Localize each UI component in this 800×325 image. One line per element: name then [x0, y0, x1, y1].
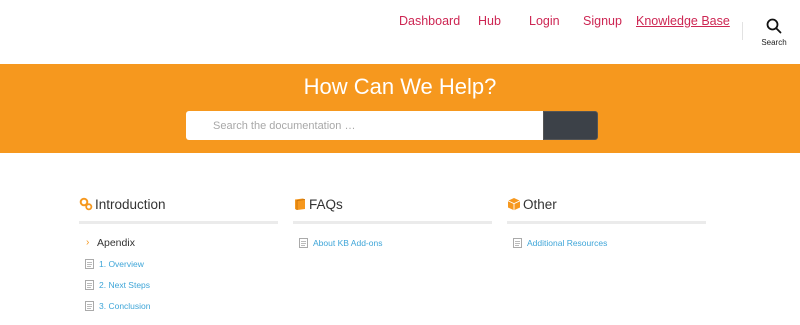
hero-banner: How Can We Help? — [0, 64, 800, 153]
kb-category-other: Other Additional Resources — [507, 192, 706, 253]
nav-link-knowledge-base[interactable]: Knowledge Base — [636, 14, 730, 28]
hero-title: How Can We Help? — [303, 74, 497, 99]
doc-link[interactable]: Additional Resources — [527, 238, 607, 248]
category-title[interactable]: Other — [523, 197, 557, 212]
box-icon — [507, 198, 521, 211]
doc-link[interactable]: 2. Next Steps — [99, 280, 150, 290]
category-title[interactable]: FAQs — [309, 197, 343, 212]
search-toggle-label: Search — [761, 38, 787, 47]
kb-category-introduction: Introduction › Apendix 1. Overview 2. Ne… — [79, 192, 278, 316]
book-icon — [295, 198, 306, 210]
document-icon — [85, 258, 94, 269]
doc-list: › Apendix 1. Overview 2. Next Steps 3. C… — [79, 232, 278, 316]
nav-link-hub[interactable]: Hub — [478, 14, 501, 28]
doc-link[interactable]: About KB Add-ons — [313, 238, 382, 248]
doc-link[interactable]: 1. Overview — [99, 259, 144, 269]
category-divider — [293, 221, 492, 224]
chevron-right-icon: › — [86, 237, 90, 248]
category-title[interactable]: Introduction — [95, 197, 166, 212]
nav-divider — [742, 22, 743, 40]
doc-item: 3. Conclusion — [79, 295, 278, 316]
kb-category-faqs: FAQs About KB Add-ons — [293, 192, 492, 253]
doc-item: 1. Overview — [79, 253, 278, 274]
search-icon — [766, 18, 782, 34]
category-divider — [79, 221, 278, 224]
search-toggle-button[interactable]: Search — [752, 18, 796, 54]
nav-link-login[interactable]: Login — [529, 14, 560, 28]
document-icon — [85, 300, 94, 311]
doc-list: About KB Add-ons — [293, 232, 492, 253]
kb-search-input[interactable] — [186, 111, 543, 140]
doc-item: About KB Add-ons — [293, 232, 492, 253]
folder-item[interactable]: › Apendix — [79, 232, 278, 253]
folder-label[interactable]: Apendix — [97, 237, 135, 249]
kb-search-button[interactable] — [543, 111, 598, 140]
doc-link[interactable]: 3. Conclusion — [99, 301, 151, 311]
gears-icon — [79, 197, 93, 211]
site-header: Dashboard Hub Login Signup Knowledge Bas… — [0, 0, 800, 64]
document-icon — [299, 237, 308, 248]
kb-search-form — [186, 111, 598, 140]
category-divider — [507, 221, 706, 224]
doc-item: 2. Next Steps — [79, 274, 278, 295]
nav-link-dashboard[interactable]: Dashboard — [399, 14, 460, 28]
category-header: FAQs — [293, 192, 492, 216]
doc-item: Additional Resources — [507, 232, 706, 253]
doc-list: Additional Resources — [507, 232, 706, 253]
category-header: Other — [507, 192, 706, 216]
document-icon — [513, 237, 522, 248]
document-icon — [85, 279, 94, 290]
nav-link-signup[interactable]: Signup — [583, 14, 622, 28]
category-header: Introduction — [79, 192, 278, 216]
